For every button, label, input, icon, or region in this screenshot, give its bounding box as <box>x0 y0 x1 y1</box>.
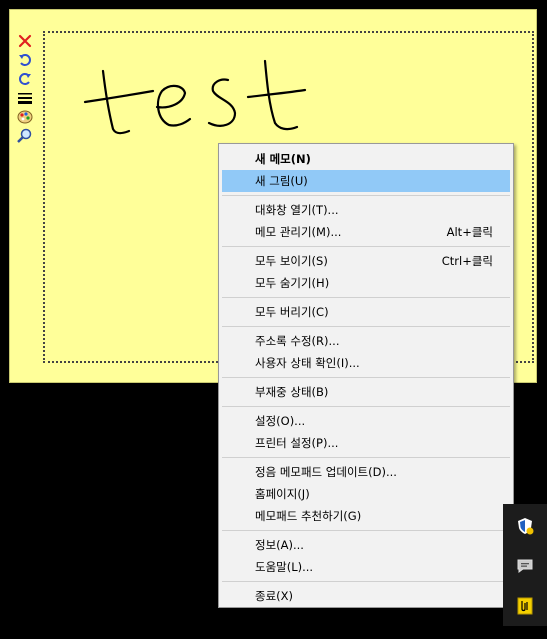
menu-item-homepage[interactable]: 홈페이지(J) <box>222 483 510 505</box>
context-menu: 새 메모(N) 새 그림(U) 대화창 열기(T)... 메모 관리기(M)..… <box>218 143 514 608</box>
menu-separator <box>222 195 510 196</box>
menu-item-new-drawing[interactable]: 새 그림(U) <box>222 170 510 192</box>
menu-separator <box>222 406 510 407</box>
menu-item-hide-all[interactable]: 모두 숨기기(H) <box>222 272 510 294</box>
menu-item-settings[interactable]: 설정(O)... <box>222 410 510 432</box>
undo-icon[interactable] <box>16 51 34 69</box>
menu-item-open-chat[interactable]: 대화창 열기(T)... <box>222 199 510 221</box>
menu-separator <box>222 246 510 247</box>
redo-icon[interactable] <box>16 70 34 88</box>
system-tray <box>503 504 547 626</box>
menu-item-help[interactable]: 도움말(L)... <box>222 556 510 578</box>
security-shield-icon[interactable] <box>514 515 536 537</box>
zoom-icon[interactable] <box>16 127 34 145</box>
chat-bubble-icon[interactable] <box>514 555 536 577</box>
menu-item-check-user-status[interactable]: 사용자 상태 확인(I)... <box>222 352 510 374</box>
menu-item-update[interactable]: 정음 메모패드 업데이트(D)... <box>222 461 510 483</box>
memo-toolbar <box>16 32 36 146</box>
menu-item-exit[interactable]: 종료(X) <box>222 585 510 607</box>
menu-item-new-memo[interactable]: 새 메모(N) <box>222 148 510 170</box>
menu-item-printer-settings[interactable]: 프린터 설정(P)... <box>222 432 510 454</box>
menu-item-recommend[interactable]: 메모패드 추천하기(G) <box>222 505 510 527</box>
menu-shortcut: Alt+클릭 <box>446 225 493 239</box>
color-palette-icon[interactable] <box>16 108 34 126</box>
menu-separator <box>222 377 510 378</box>
menu-separator <box>222 297 510 298</box>
menu-item-away-status[interactable]: 부재중 상태(B) <box>222 381 510 403</box>
menu-separator <box>222 326 510 327</box>
menu-item-edit-addressbook[interactable]: 주소록 수정(R)... <box>222 330 510 352</box>
menu-item-memo-manager[interactable]: 메모 관리기(M)... Alt+클릭 <box>222 221 510 243</box>
line-width-icon[interactable] <box>16 89 34 107</box>
memopad-tray-icon[interactable] <box>514 595 536 617</box>
menu-item-show-all[interactable]: 모두 보이기(S) Ctrl+클릭 <box>222 250 510 272</box>
menu-item-discard-all[interactable]: 모두 버리기(C) <box>222 301 510 323</box>
menu-separator <box>222 530 510 531</box>
menu-shortcut: Ctrl+클릭 <box>441 254 493 268</box>
close-icon[interactable] <box>16 32 34 50</box>
menu-item-about[interactable]: 정보(A)... <box>222 534 510 556</box>
menu-separator <box>222 581 510 582</box>
menu-separator <box>222 457 510 458</box>
